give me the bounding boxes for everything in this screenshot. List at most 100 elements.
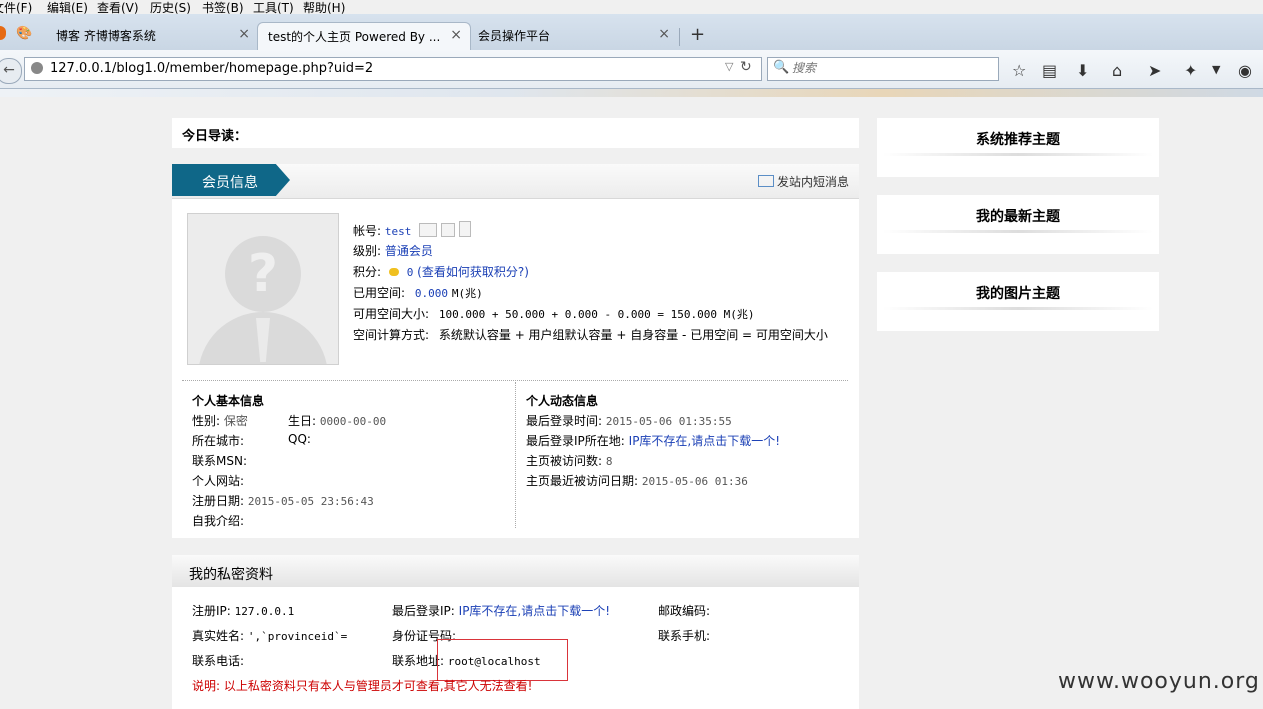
regdate-row: 注册日期: 2015-05-05 23:56:43 bbox=[192, 492, 374, 509]
firefox-icon[interactable] bbox=[0, 26, 6, 40]
last-login-value: 2015-05-06 01:35:55 bbox=[605, 415, 732, 428]
reading-list-icon[interactable]: ▤ bbox=[1042, 61, 1057, 80]
sidebar-latest-topics: 我的最新主题 bbox=[877, 195, 1159, 254]
tab-label: 博客 齐博博客系统 bbox=[56, 29, 156, 43]
regdate-label: 注册日期: bbox=[192, 494, 245, 508]
bookmark-star-icon[interactable]: ☆ bbox=[1012, 61, 1026, 80]
level-row: 级别: 普通会员 bbox=[353, 242, 433, 259]
last-login-label: 最后登录时间: bbox=[526, 414, 603, 428]
globe-icon bbox=[31, 62, 43, 74]
tab-close-icon[interactable]: × bbox=[238, 26, 250, 42]
url-text[interactable]: 127.0.0.1/blog1.0/member/homepage.php?ui… bbox=[50, 61, 373, 76]
tab-close-icon[interactable]: × bbox=[658, 26, 670, 42]
used-space-label: 已用空间: bbox=[353, 286, 406, 300]
address-bar[interactable]: 127.0.0.1/blog1.0/member/homepage.php?ui… bbox=[24, 57, 762, 81]
space-calc-label: 空间计算方式: bbox=[353, 328, 430, 342]
points-help-link[interactable]: (查看如何获取积分?) bbox=[417, 265, 529, 279]
account-value[interactable]: test bbox=[385, 225, 412, 238]
private-info-header: 我的私密资料 bbox=[172, 555, 859, 587]
divider bbox=[182, 380, 848, 381]
note-icon[interactable] bbox=[459, 221, 472, 237]
mobile-label: 联系手机: bbox=[658, 629, 711, 643]
avatar: ? bbox=[187, 213, 339, 365]
avatar-question-icon: ? bbox=[225, 236, 301, 312]
used-space-value: 0.000 bbox=[414, 287, 448, 300]
send-message-label: 发站内短消息 bbox=[776, 175, 849, 189]
private-last-ip-link[interactable]: IP库不存在,请点击下载一个! bbox=[459, 604, 610, 618]
tab-blog-home[interactable]: 博客 齐博博客系统 × bbox=[46, 22, 258, 50]
daily-guide-title: 今日导读： bbox=[182, 129, 248, 144]
tab-label: 会员操作平台 bbox=[478, 29, 551, 43]
birthday-label: 生日: bbox=[288, 414, 317, 428]
private-info-panel: 我的私密资料 注册IP: 127.0.0.1 最后登录IP: IP库不存在,请点… bbox=[172, 555, 859, 709]
regdate-value: 2015-05-05 23:56:43 bbox=[247, 495, 374, 508]
message-icon[interactable] bbox=[441, 223, 456, 237]
dynamic-info-title: 个人动态信息 bbox=[526, 394, 599, 408]
arrow-left-icon: ← bbox=[3, 62, 15, 78]
reload-icon[interactable]: ↻ bbox=[740, 59, 752, 75]
birthday-row: 生日: 0000-00-00 bbox=[288, 412, 386, 429]
phone-label: 联系电话: bbox=[192, 654, 245, 668]
watermark: www.wooyun.org bbox=[1058, 669, 1260, 694]
page-content: 今日导读： 会员信息 发站内短消息 ? 帐号: test 级别: 普通会员 积分… bbox=[0, 97, 1263, 709]
visits-value: 8 bbox=[605, 455, 613, 468]
sidebar-title: 我的图片主题 bbox=[976, 286, 1060, 302]
back-button[interactable]: ← bbox=[0, 58, 22, 84]
card-icon[interactable] bbox=[419, 223, 438, 237]
sidebar-title: 系统推荐主题 bbox=[976, 132, 1060, 148]
gender-value: 保密 bbox=[223, 414, 248, 428]
reg-ip-label: 注册IP: bbox=[192, 604, 231, 618]
visits-row: 主页被访问数: 8 bbox=[526, 452, 613, 469]
account-row: 帐号: test bbox=[353, 221, 472, 239]
tab-member-platform[interactable]: 会员操作平台 × bbox=[468, 22, 678, 50]
tab-close-icon[interactable]: × bbox=[450, 27, 462, 43]
last-visit-label: 主页最近被访问日期: bbox=[526, 474, 639, 488]
level-value[interactable]: 普通会员 bbox=[385, 244, 433, 258]
space-calc-row: 空间计算方式: 系统默认容量 + 用户组默认容量 + 自身容量 - 已用空间 =… bbox=[353, 326, 828, 343]
level-label: 级别: bbox=[353, 244, 382, 258]
download-icon[interactable]: ⬇ bbox=[1076, 61, 1089, 80]
divider bbox=[515, 382, 516, 528]
last-ip-link[interactable]: IP库不存在,请点击下载一个! bbox=[629, 434, 780, 448]
divider bbox=[883, 153, 1153, 156]
dropdown-icon[interactable]: ▽ bbox=[725, 60, 733, 73]
search-icon: 🔍 bbox=[773, 60, 790, 75]
home-icon[interactable]: ⌂ bbox=[1112, 61, 1122, 80]
search-box[interactable]: 🔍 bbox=[767, 57, 999, 81]
birthday-value: 0000-00-00 bbox=[319, 415, 387, 428]
send-icon[interactable]: ➤ bbox=[1148, 61, 1161, 80]
used-space-row: 已用空间: 0.000 M(兆) bbox=[353, 284, 483, 301]
zip-label: 邮政编码: bbox=[658, 604, 711, 618]
last-ip-label: 最后登录IP所在地: bbox=[526, 434, 625, 448]
space-calc-value: 系统默认容量 + 用户组默认容量 + 自身容量 - 已用空间 = 可用空间大小 bbox=[438, 328, 828, 342]
profile-icon[interactable]: ◉ bbox=[1238, 61, 1252, 80]
last-login-row: 最后登录时间: 2015-05-06 01:35:55 bbox=[526, 412, 732, 429]
last-visit-value: 2015-05-06 01:36 bbox=[641, 475, 748, 488]
tab-separator bbox=[679, 28, 680, 46]
search-input[interactable] bbox=[790, 60, 994, 76]
coin-icon bbox=[388, 268, 399, 276]
available-space-value: 100.000 + 50.000 + 0.000 - 0.000 = 150.0… bbox=[438, 308, 755, 321]
qq-label: QQ: bbox=[288, 432, 311, 446]
envelope-icon bbox=[757, 175, 774, 187]
gender-label: 性别: bbox=[192, 414, 221, 428]
palette-icon[interactable]: 🎨 bbox=[16, 26, 32, 41]
new-tab-button[interactable]: + bbox=[690, 24, 705, 45]
private-last-ip-row: 最后登录IP: IP库不存在,请点击下载一个! bbox=[392, 602, 610, 619]
chevron-down-icon[interactable]: ▼ bbox=[1212, 63, 1220, 76]
tab-member-info[interactable]: 会员信息 bbox=[172, 164, 290, 196]
available-space-label: 可用空间大小: bbox=[353, 307, 430, 321]
points-label: 积分: bbox=[353, 265, 382, 279]
private-info-title: 我的私密资料 bbox=[189, 567, 273, 583]
realname-label: 真实姓名: bbox=[192, 629, 245, 643]
send-message-link[interactable]: 发站内短消息 bbox=[757, 173, 849, 190]
header-banner-strip bbox=[0, 89, 1263, 97]
divider bbox=[883, 230, 1153, 233]
realname-row: 真实姓名: ',`provinceid`= bbox=[192, 627, 347, 644]
highlight-box bbox=[437, 639, 568, 681]
tab-member-homepage[interactable]: test的个人主页 Powered By ... × bbox=[257, 22, 471, 51]
extension-icon[interactable]: ✦ bbox=[1184, 61, 1197, 80]
tab-bar: 🎨 博客 齐博博客系统 × test的个人主页 Powered By ... ×… bbox=[0, 14, 1263, 51]
menu-bar: 文件(F) 编辑(E) 查看(V) 历史(S) 书签(B) 工具(T) 帮助(H… bbox=[0, 0, 1263, 15]
account-label: 帐号: bbox=[353, 224, 382, 238]
